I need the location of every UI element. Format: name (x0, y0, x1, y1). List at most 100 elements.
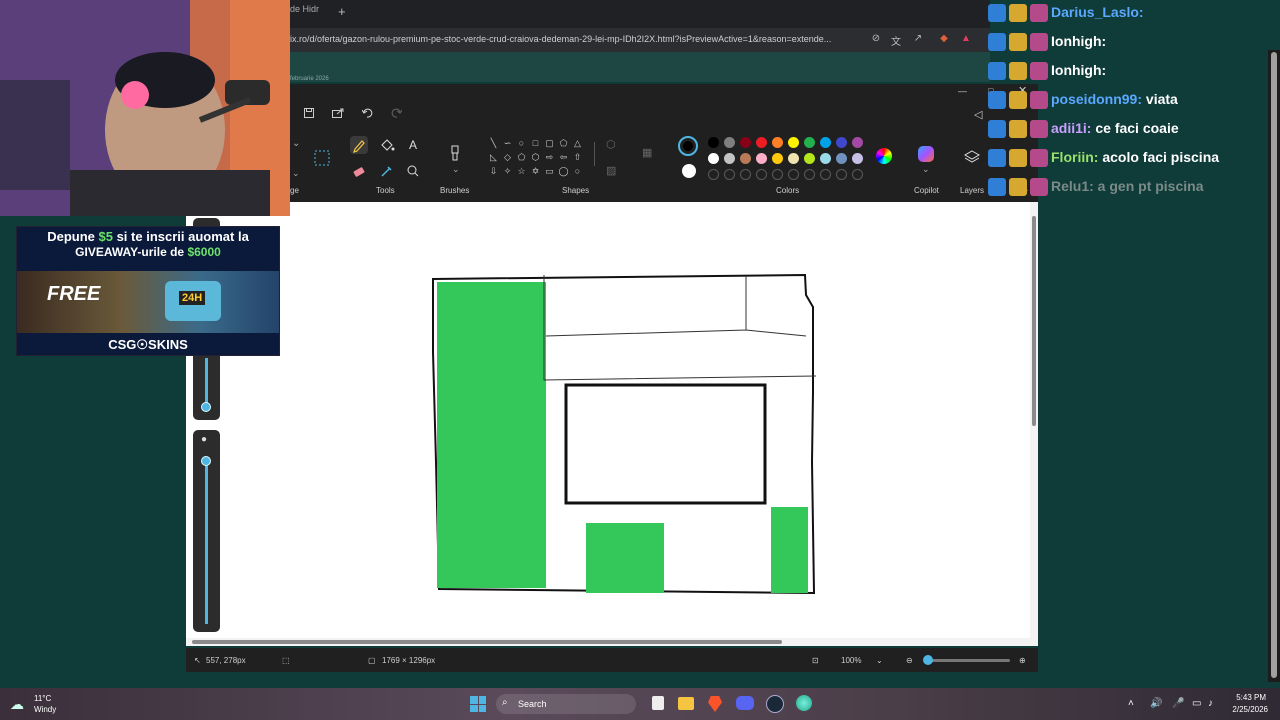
palette-color-8[interactable] (820, 137, 831, 148)
chat-username[interactable]: Floriin: (1051, 149, 1098, 165)
image-chevron-icon[interactable]: ⌄ (292, 138, 300, 149)
callout-rect-shape-icon[interactable]: ▭ (544, 166, 555, 177)
secondary-color-button[interactable] (682, 164, 696, 178)
chat-username[interactable]: Ionhigh: (1051, 33, 1106, 49)
palette-color-light-1[interactable] (708, 153, 719, 164)
custom-color-slot-2[interactable] (724, 169, 735, 180)
palette-color-light-2[interactable] (724, 153, 735, 164)
globe-app-icon[interactable] (796, 695, 812, 711)
page-scroll-thumb[interactable] (1271, 52, 1277, 678)
brushes-chevron-icon[interactable]: ⌄ (452, 164, 460, 175)
chat-username[interactable]: adii1i: (1051, 120, 1091, 136)
palette-color-light-6[interactable] (788, 153, 799, 164)
brave-shield-icon[interactable]: ◆ (938, 33, 950, 45)
palette-color-9[interactable] (836, 137, 847, 148)
share-page-icon[interactable]: ↗ (912, 33, 924, 45)
palette-color-2[interactable] (724, 137, 735, 148)
right-arrow-shape-icon[interactable]: ⇨ (544, 152, 555, 163)
outline-icon[interactable]: ⬡ (606, 138, 616, 151)
discord-icon[interactable] (736, 696, 754, 710)
network-icon[interactable]: 🔊 (1150, 688, 1162, 720)
microphone-icon[interactable]: 🎤 (1172, 688, 1184, 720)
chat-username[interactable]: Darius_Laslo: (1051, 4, 1144, 20)
diamond-shape-icon[interactable]: ◇ (502, 152, 513, 163)
eraser-tool[interactable] (350, 162, 368, 180)
weather-temp[interactable]: 11°C (34, 694, 51, 703)
polygon-shape-icon[interactable]: ⬠ (558, 138, 569, 149)
pencil-tool[interactable] (350, 136, 368, 154)
oval-shape-icon[interactable]: ○ (516, 138, 527, 149)
shape-effects-icon[interactable]: ▦ (642, 146, 652, 159)
palette-color-light-10[interactable] (852, 153, 863, 164)
zoom-in-icon[interactable]: ⊕ (1019, 656, 1026, 665)
layers-icon[interactable] (964, 150, 980, 164)
zoom-slider-knob[interactable] (923, 655, 934, 665)
opacity-track[interactable] (205, 460, 208, 624)
volume-icon[interactable]: ♪ (1208, 688, 1213, 720)
custom-color-slot-6[interactable] (788, 169, 799, 180)
browser-tab[interactable]: de Hidr (290, 4, 319, 24)
star-shape-icon[interactable]: ☆ (516, 166, 527, 177)
custom-color-slot-3[interactable] (740, 169, 751, 180)
up-arrow-shape-icon[interactable]: ⇧ (572, 152, 583, 163)
brush-icon[interactable] (448, 144, 462, 164)
palette-color-1[interactable] (708, 137, 719, 148)
palette-color-light-7[interactable] (804, 153, 815, 164)
custom-color-slot-1[interactable] (708, 169, 719, 180)
chat-username[interactable]: Relu1: (1051, 178, 1094, 194)
start-icon[interactable] (470, 696, 486, 712)
line-shape-icon[interactable]: ╲ (488, 138, 499, 149)
palette-color-4[interactable] (756, 137, 767, 148)
palette-color-3[interactable] (740, 137, 751, 148)
palette-color-6[interactable] (788, 137, 799, 148)
comment-icon[interactable]: ◁ (974, 108, 982, 121)
callout-oval-shape-icon[interactable]: ◯ (558, 166, 569, 177)
palette-color-10[interactable] (852, 137, 863, 148)
tracking-icon[interactable]: ⊘ (870, 33, 882, 45)
select-icon[interactable] (314, 150, 330, 166)
rounded-rect-shape-icon[interactable]: ▢ (544, 138, 555, 149)
triangle-shape-icon[interactable]: △ (572, 138, 583, 149)
url-text[interactable]: ix.ro/d/oferta/gazon-rulou-premium-pe-st… (290, 34, 831, 44)
canvas-vertical-scrollbar[interactable] (1030, 202, 1038, 638)
zoom-slider-track[interactable] (923, 655, 1010, 665)
weather-icon[interactable]: ☁ (10, 688, 24, 720)
brave-rewards-icon[interactable]: ▲ (960, 33, 972, 45)
notepad-app-icon[interactable] (652, 696, 664, 710)
custom-color-slot-8[interactable] (820, 169, 831, 180)
fill-tool[interactable] (378, 136, 396, 154)
file-explorer-icon[interactable] (678, 697, 694, 710)
share-icon[interactable] (332, 108, 344, 118)
color-picker-tool[interactable] (378, 162, 396, 180)
text-tool[interactable]: A (404, 136, 422, 154)
copilot-chevron-icon[interactable]: ⌄ (922, 164, 930, 175)
canvas-horizontal-scrollbar[interactable] (186, 638, 1038, 646)
save-icon[interactable] (304, 108, 314, 118)
paint-canvas[interactable] (186, 202, 1038, 638)
pentagon-shape-icon[interactable]: ⬠ (516, 152, 527, 163)
weather-desc[interactable]: Windy (34, 705, 56, 714)
down-arrow-shape-icon[interactable]: ⇩ (488, 166, 499, 177)
address-bar[interactable]: ix.ro/d/oferta/gazon-rulou-premium-pe-st… (290, 28, 990, 52)
cloud-callout-shape-icon[interactable]: ○ (572, 166, 583, 177)
clock-date[interactable]: 2/25/2026 (1224, 705, 1268, 714)
palette-color-7[interactable] (804, 137, 815, 148)
steam-icon[interactable] (766, 695, 784, 713)
curve-shape-icon[interactable]: ∽ (502, 138, 513, 149)
clock-time[interactable]: 5:43 PM (1230, 693, 1266, 702)
palette-color-light-9[interactable] (836, 153, 847, 164)
custom-color-slot-10[interactable] (852, 169, 863, 180)
display-icon[interactable]: ▭ (1192, 688, 1201, 720)
zoom-chevron-icon[interactable]: ⌄ (876, 656, 883, 665)
primary-color-button[interactable] (678, 136, 698, 156)
six-point-star-shape-icon[interactable]: ✡ (530, 166, 541, 177)
palette-color-light-8[interactable] (820, 153, 831, 164)
opacity-knob[interactable] (201, 456, 211, 466)
hexagon-shape-icon[interactable]: ⬡ (530, 152, 541, 163)
left-arrow-shape-icon[interactable]: ⇦ (558, 152, 569, 163)
custom-color-slot-7[interactable] (804, 169, 815, 180)
palette-color-light-4[interactable] (756, 153, 767, 164)
tray-overflow-icon[interactable]: ˄ (1128, 688, 1134, 720)
horizontal-scroll-thumb[interactable] (192, 640, 782, 644)
brush-size-knob[interactable] (201, 402, 211, 412)
